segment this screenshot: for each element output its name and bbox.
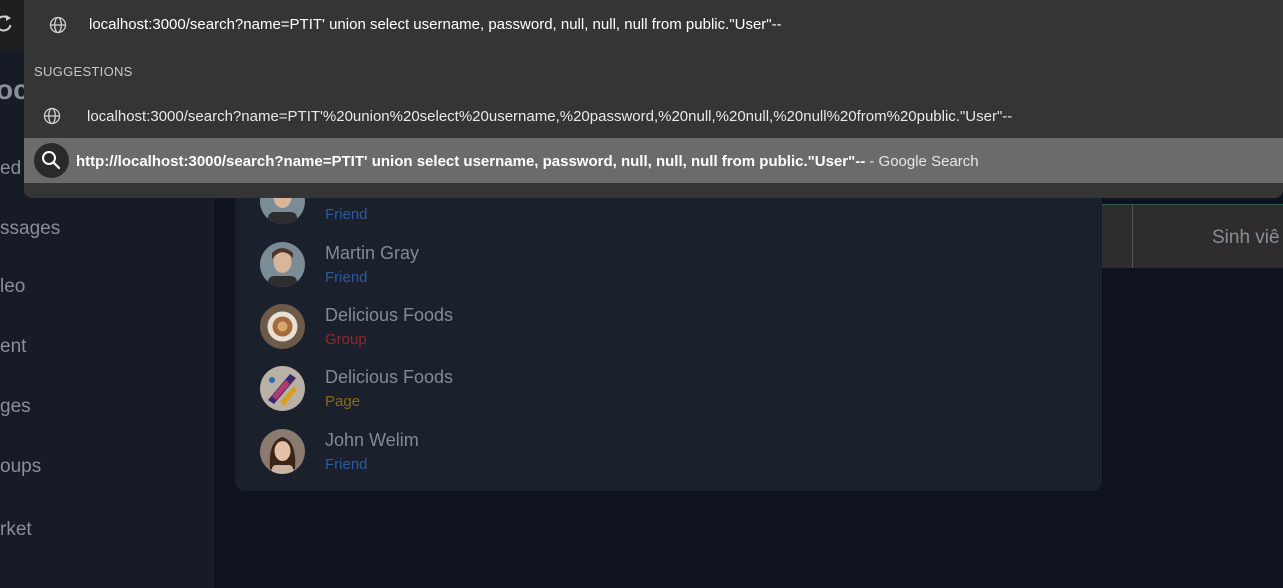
- search-result-item[interactable]: Delicious Foods Page: [260, 366, 860, 416]
- sidebar-item-groups[interactable]: oups: [0, 456, 41, 478]
- result-type: Friend: [325, 269, 368, 286]
- result-name: Delicious Foods: [325, 367, 454, 387]
- result-type: Page: [325, 393, 361, 410]
- suggestion-search-item[interactable]: http://localhost:3000/search?name=PTIT' …: [24, 138, 1283, 183]
- sidebar-item-feed[interactable]: ed: [0, 158, 21, 180]
- result-type: Friend: [325, 456, 368, 473]
- sidebar-item-event[interactable]: ent: [0, 336, 26, 358]
- omnibox-input-row[interactable]: localhost:3000/search?name=PTIT' union s…: [24, 0, 1283, 50]
- omnibox-dropdown: localhost:3000/search?name=PTIT' union s…: [24, 0, 1283, 198]
- reload-icon[interactable]: [0, 14, 14, 34]
- sidebar-item-messages[interactable]: ssages: [0, 218, 60, 240]
- suggestion-search-query: http://localhost:3000/search?name=PTIT' …: [76, 153, 866, 170]
- result-name: Martin Gray: [325, 243, 420, 263]
- search-result-item[interactable]: Delicious Foods Group: [260, 304, 860, 354]
- browser-toolbar: [0, 0, 24, 50]
- result-type: Friend: [325, 206, 368, 223]
- search-icon: [42, 151, 61, 170]
- paint-avatar: [260, 366, 305, 411]
- suggestion-search-text: http://localhost:3000/search?name=PTIT' …: [76, 153, 979, 170]
- coffee-avatar: [260, 304, 305, 349]
- suggestions-header: SUGGESTIONS: [34, 64, 133, 79]
- globe-icon: [43, 107, 61, 125]
- man-avatar: [260, 242, 305, 287]
- woman-avatar: [260, 429, 305, 474]
- search-icon-wrapper: [34, 143, 69, 178]
- suggestion-url-text: localhost:3000/search?name=PTIT'%20union…: [87, 108, 1013, 125]
- result-name: John Welim: [325, 430, 419, 450]
- sidebar-item-pages[interactable]: ges: [0, 396, 31, 418]
- search-results-dropdown: Friend Martin Gray Friend Delicious Food…: [235, 180, 1102, 491]
- search-result-item[interactable]: Martin Gray Friend: [260, 242, 860, 292]
- tab-divider: [1132, 205, 1133, 268]
- suggestion-search-suffix: - Google Search: [865, 153, 979, 170]
- sidebar-item-video[interactable]: leo: [0, 276, 25, 298]
- browser-window: oc ed ssages leo ent ges oups rket Sinh …: [0, 0, 1283, 588]
- sidebar-item-market[interactable]: rket: [0, 519, 32, 541]
- address-bar-input[interactable]: localhost:3000/search?name=PTIT' union s…: [89, 16, 782, 33]
- search-result-item[interactable]: John Welim Friend: [260, 429, 860, 479]
- tab-sinh-vien[interactable]: Sinh viê: [1212, 227, 1280, 249]
- result-name: Delicious Foods: [325, 305, 454, 325]
- globe-icon: [49, 16, 67, 34]
- suggestion-url-item[interactable]: localhost:3000/search?name=PTIT'%20union…: [24, 94, 1283, 138]
- tab-bar: Sinh viê: [1102, 204, 1283, 268]
- result-type: Group: [325, 331, 367, 348]
